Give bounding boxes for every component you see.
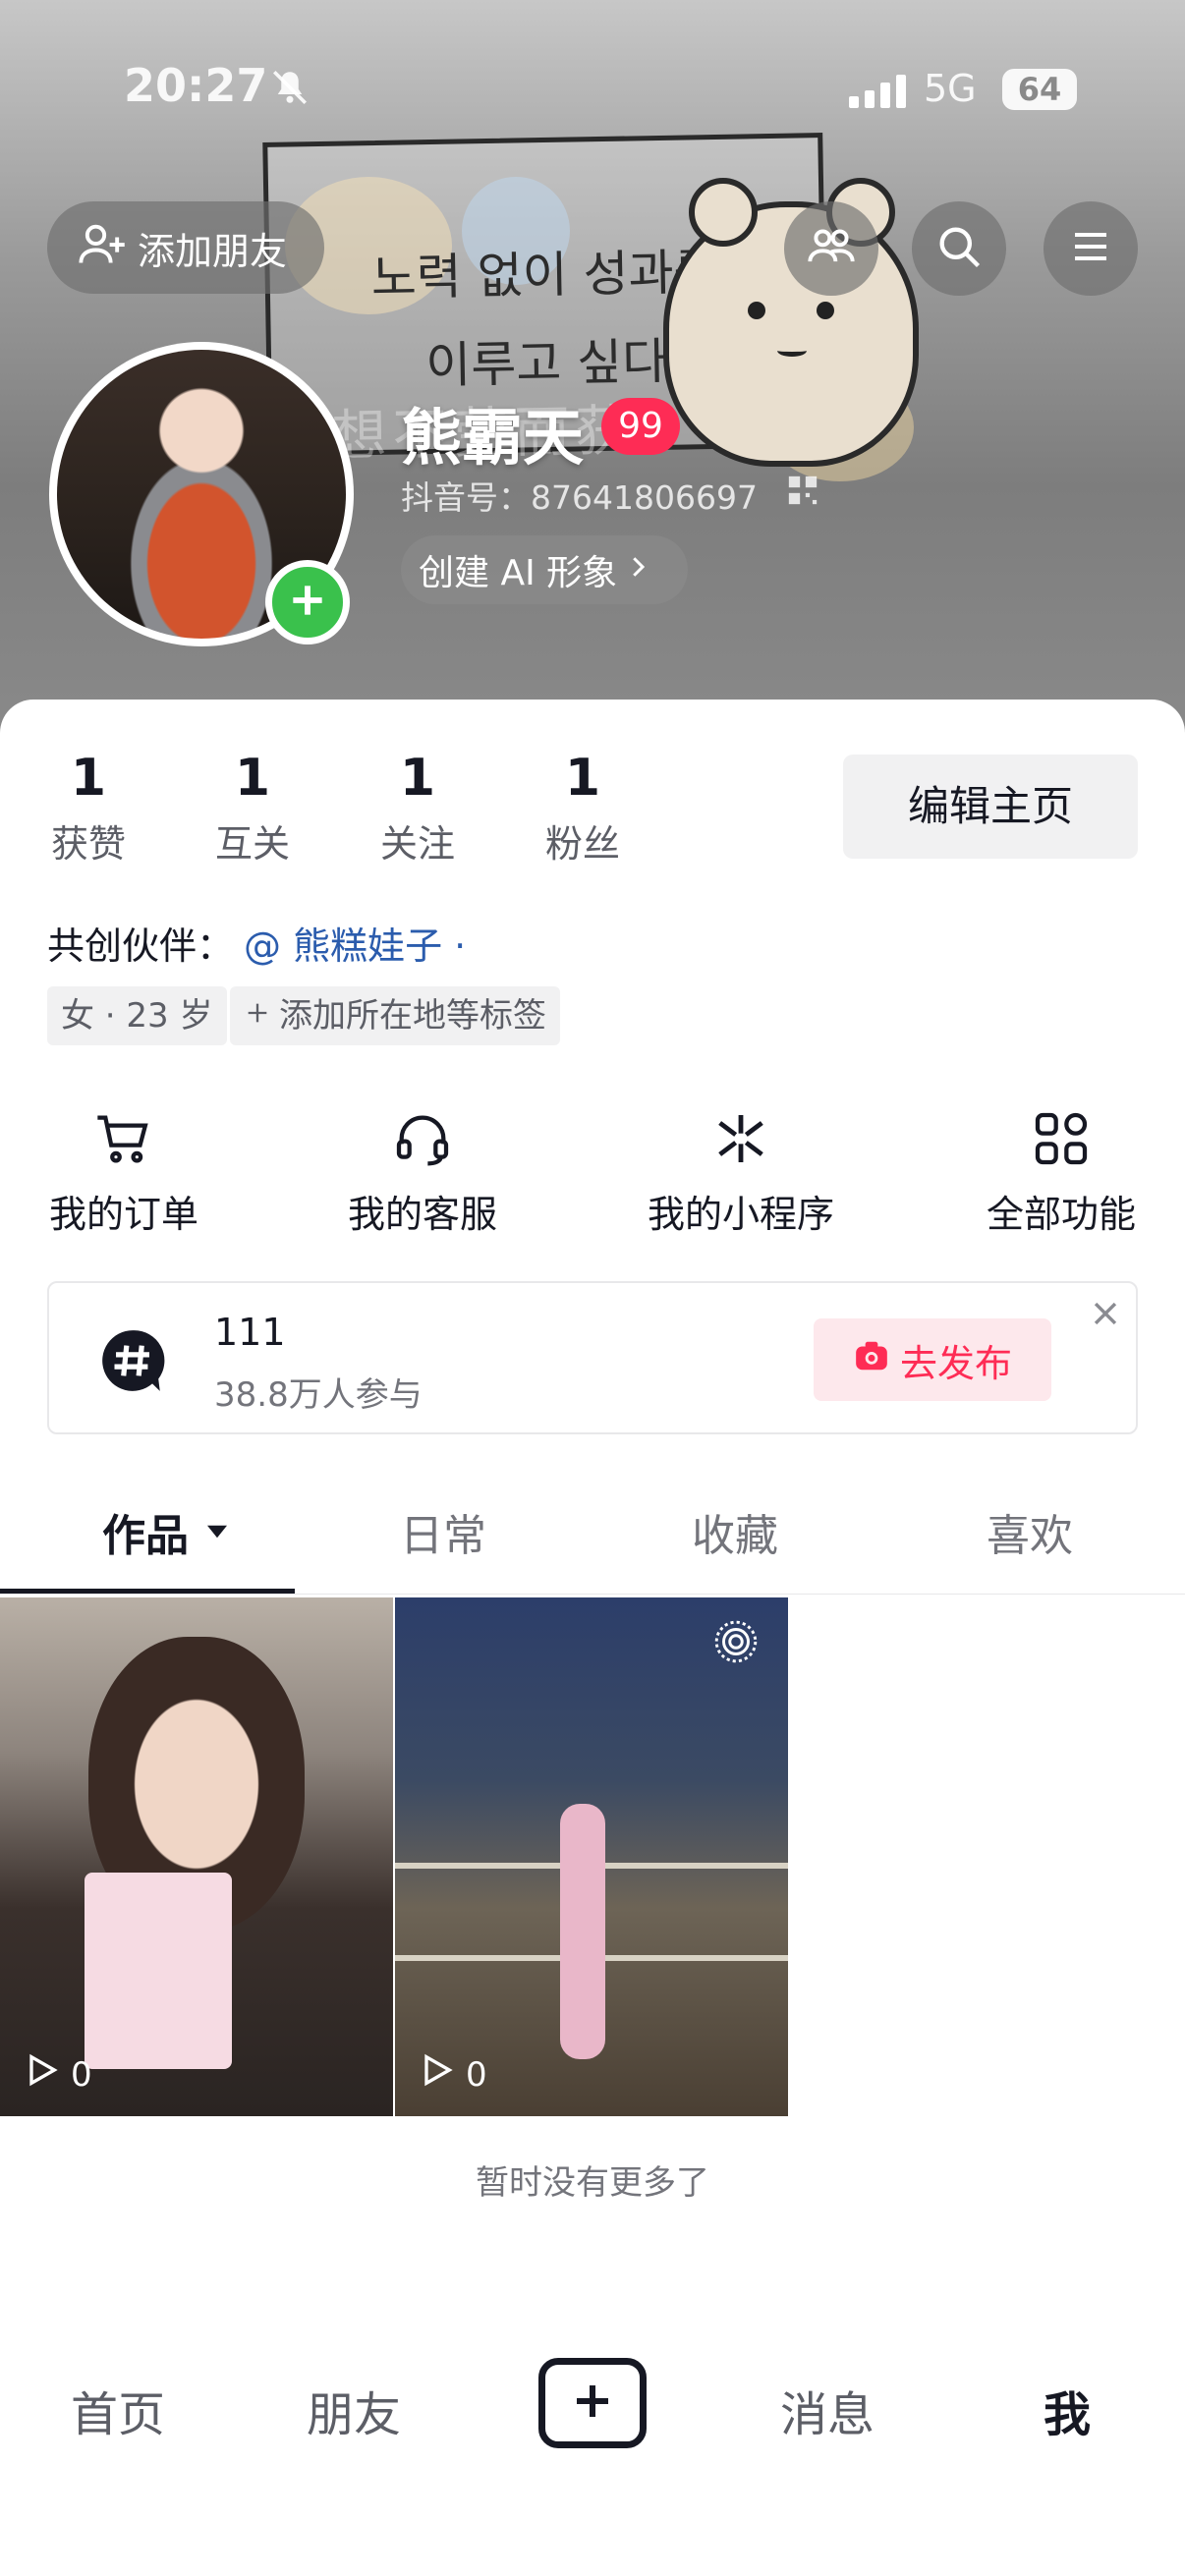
play-count-value: 0 xyxy=(71,2054,92,2095)
search-button[interactable] xyxy=(912,201,1006,296)
play-count: 0 xyxy=(22,2050,92,2099)
play-icon xyxy=(417,2050,456,2099)
function-label: 全部功能 xyxy=(986,1193,1136,1236)
co-creator-label: 共创伙伴： xyxy=(47,924,235,968)
my-orders-button[interactable]: 我的订单 xyxy=(26,1107,222,1238)
friends-button[interactable] xyxy=(784,201,878,296)
play-count: 0 xyxy=(417,2050,487,2099)
grid-icon xyxy=(963,1107,1159,1170)
mini-programs-button[interactable]: 我的小程序 xyxy=(643,1107,839,1238)
menu-button[interactable] xyxy=(1044,201,1138,296)
add-story-button[interactable] xyxy=(265,560,350,644)
hamster-eye xyxy=(748,302,765,319)
thumbnail-box xyxy=(85,1873,232,2069)
hamster-mouth xyxy=(777,345,807,357)
tab-favorites[interactable]: 收藏 xyxy=(692,1500,778,1563)
topic-title: 111 xyxy=(214,1311,286,1354)
nav-friends[interactable]: 朋友 xyxy=(307,2376,401,2444)
search-icon xyxy=(933,221,985,276)
qr-code-icon[interactable] xyxy=(786,474,819,511)
thumbnail-subject xyxy=(560,1804,605,2059)
tab-works[interactable]: 作品 xyxy=(102,1500,232,1563)
camera-icon xyxy=(853,1337,890,1383)
tab-daily[interactable]: 日常 xyxy=(400,1500,486,1563)
live-photo-icon xyxy=(711,1617,761,1670)
mini-program-icon xyxy=(643,1107,839,1170)
status-time: 20:27 xyxy=(124,59,268,112)
plus-icon xyxy=(286,579,329,626)
topic-banner[interactable]: 111 38.8万人参与 去发布 xyxy=(47,1281,1138,1434)
nav-home[interactable]: 首页 xyxy=(71,2376,165,2444)
cart-icon xyxy=(26,1107,222,1170)
add-tag-button[interactable]: 添加所在地等标签 xyxy=(230,986,560,1045)
stat-likes[interactable]: 1 获赞 xyxy=(29,749,147,868)
status-bar: 20:27 5G 64 xyxy=(0,59,1185,128)
stat-value: 1 xyxy=(70,749,107,808)
caret-down-icon xyxy=(202,1507,232,1557)
hamster-ear xyxy=(689,178,758,247)
video-thumbnail[interactable]: 0 xyxy=(395,1597,788,2116)
gender-age-tag[interactable]: 女 · 23 岁 xyxy=(47,986,227,1045)
tab-label: 作品 xyxy=(102,1511,189,1561)
stat-label: 关注 xyxy=(379,822,455,866)
stat-followers[interactable]: 1 粉丝 xyxy=(524,749,642,868)
add-friend-label: 添加朋友 xyxy=(138,229,288,273)
all-functions-button[interactable]: 全部功能 xyxy=(963,1107,1159,1238)
plus-icon xyxy=(569,2378,616,2429)
add-user-icon xyxy=(77,218,128,278)
stat-label: 互关 xyxy=(214,822,290,866)
topic-participants: 38.8万人参与 xyxy=(214,1375,423,1415)
stat-label: 粉丝 xyxy=(544,822,620,866)
nav-me[interactable]: 我 xyxy=(1044,2376,1091,2444)
function-label: 我的订单 xyxy=(48,1193,198,1236)
stat-value: 1 xyxy=(564,749,601,808)
stat-following[interactable]: 1 关注 xyxy=(359,749,477,868)
stat-value: 1 xyxy=(234,749,271,808)
tab-likes[interactable]: 喜欢 xyxy=(987,1500,1073,1563)
close-icon[interactable] xyxy=(1089,1297,1122,1334)
notification-badge[interactable]: 99 xyxy=(601,398,680,455)
video-thumbnail[interactable]: 0 xyxy=(0,1597,393,2116)
add-tag-label: 添加所在地等标签 xyxy=(279,996,546,1036)
network-type: 5G xyxy=(924,67,977,110)
co-creator-link[interactable]: @ 熊糕娃子 · xyxy=(244,924,466,968)
douyin-id[interactable]: 抖音号：87641806697 xyxy=(401,472,758,519)
function-label: 我的客服 xyxy=(347,1193,497,1236)
nav-messages[interactable]: 消息 xyxy=(780,2376,875,2444)
play-count-value: 0 xyxy=(466,2054,487,2095)
profile-page: { "status_bar": {"time": "20:27", "netwo… xyxy=(0,0,1185,2576)
no-more-content-text: 暂时没有更多了 xyxy=(476,2163,709,2203)
plus-icon xyxy=(244,986,271,1045)
menu-icon xyxy=(1067,223,1114,274)
ai-avatar-label: 创建 AI 形象 xyxy=(419,553,618,593)
friends-icon xyxy=(806,221,857,276)
hamster-eye xyxy=(817,302,834,319)
profile-content-card: 1 获赞 1 互关 1 关注 1 粉丝 编辑主页 共创伙伴： @ 熊糕娃子 · 女… xyxy=(0,700,1185,2576)
signal-icon xyxy=(849,75,912,112)
add-friend-button[interactable]: 添加朋友 xyxy=(47,201,324,294)
edit-profile-button[interactable]: 编辑主页 xyxy=(843,755,1138,859)
username: 熊霸天 xyxy=(401,402,585,474)
chevron-right-icon xyxy=(623,550,652,590)
hashtag-icon xyxy=(96,1324,169,1401)
go-publish-button[interactable]: 去发布 xyxy=(814,1318,1051,1401)
tab-divider xyxy=(0,1594,1185,1595)
co-creator-row: 共创伙伴： @ 熊糕娃子 · xyxy=(47,916,466,970)
stat-mutual[interactable]: 1 互关 xyxy=(194,749,311,868)
stat-value: 1 xyxy=(399,749,436,808)
battery-indicator: 64 xyxy=(1002,69,1077,110)
stat-label: 获赞 xyxy=(50,822,126,866)
create-post-button[interactable] xyxy=(538,2358,647,2448)
function-label: 我的小程序 xyxy=(647,1193,834,1236)
play-icon xyxy=(22,2050,61,2099)
silent-bell-icon xyxy=(269,67,310,112)
headset-icon xyxy=(324,1107,521,1170)
bottom-navigation: 首页 朋友 消息 我 xyxy=(0,2338,1185,2486)
publish-label: 去发布 xyxy=(899,1341,1012,1385)
create-ai-avatar-button[interactable]: 创建 AI 形象 xyxy=(401,535,688,604)
customer-service-button[interactable]: 我的客服 xyxy=(324,1107,521,1238)
